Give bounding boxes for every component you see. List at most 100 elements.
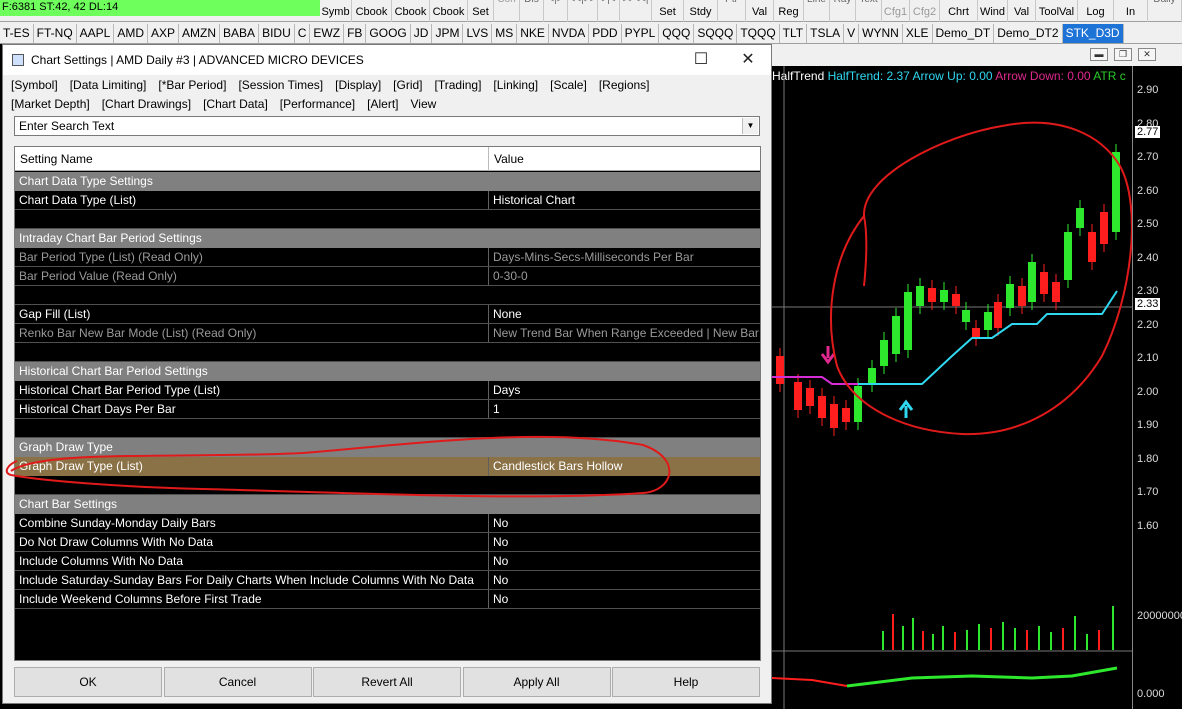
chevron-down-icon[interactable]: ▼ (742, 118, 758, 134)
grid-setting-row[interactable]: Renko Bar New Bar Mode (List) (Read Only… (15, 324, 760, 343)
close-icon[interactable]: ✕ (734, 49, 762, 71)
symbol-tab-nvda[interactable]: NVDA (549, 24, 590, 43)
symbol-tab-ft-nq[interactable]: FT-NQ (34, 24, 77, 43)
toolbar-button-cfg1[interactable]: Cfg1 (882, 0, 910, 22)
setting-value[interactable]: No (489, 590, 760, 608)
chart-close-button[interactable]: ✕ (1138, 48, 1156, 61)
chart-minimize-button[interactable]: ▬ (1090, 48, 1108, 61)
grid-setting-row[interactable]: Do Not Draw Columns With No Data No (15, 533, 760, 552)
toolbar-button-text[interactable]: Text (856, 0, 882, 22)
grid-setting-row[interactable]: Bar Period Value (Read Only) 0-30-0 (15, 267, 760, 286)
toolbar-button-set[interactable]: Set (652, 0, 684, 22)
symbol-tab-jd[interactable]: JD (411, 24, 433, 43)
toolbar-button-line[interactable]: Line (804, 0, 830, 22)
toolbar-button-ptr[interactable]: Ptr (718, 0, 746, 22)
grid-setting-row[interactable]: Bar Period Type (List) (Read Only) Days-M… (15, 248, 760, 267)
grid-setting-row[interactable]: Include Weekend Columns Before First Tra… (15, 590, 760, 609)
symbol-tab-sqqq[interactable]: SQQQ (694, 24, 738, 43)
menu-item-linking[interactable]: [Linking] (493, 78, 538, 92)
menu-item-view[interactable]: View (411, 97, 437, 111)
toolbar-button-cfg2[interactable]: Cfg2 (910, 0, 940, 22)
toolbar-button-stdy[interactable]: Stdy (684, 0, 718, 22)
symbol-tab-bidu[interactable]: BIDU (259, 24, 295, 43)
symbol-tab-nke[interactable]: NKE (517, 24, 549, 43)
column-header-value[interactable]: Value (489, 147, 760, 171)
setting-value[interactable]: No (489, 552, 760, 570)
symbol-tab-c[interactable]: C (295, 24, 311, 43)
setting-value[interactable]: Historical Chart (489, 191, 760, 209)
search-input[interactable]: Enter Search Text ▼ (14, 116, 760, 136)
grid-setting-row[interactable]: Historical Chart Bar Period Type (List) D… (15, 381, 760, 400)
setting-value[interactable]: Candlestick Bars Hollow (489, 457, 760, 476)
toolbar-button-daily[interactable]: Daily (1148, 0, 1182, 22)
menu-item-scale[interactable]: [Scale] (550, 78, 587, 92)
setting-value[interactable]: Days (489, 381, 760, 399)
menu-item-chartdata[interactable]: [Chart Data] (203, 97, 268, 111)
symbol-tab-t-es[interactable]: T-ES (0, 24, 34, 43)
symbol-tab-amzn[interactable]: AMZN (179, 24, 221, 43)
toolbar-button-reg[interactable]: Reg (774, 0, 804, 22)
grid-setting-row[interactable]: Include Saturday-Sunday Bars For Daily C… (15, 571, 760, 590)
toolbar-button-9[interactable]: >|< (598, 0, 620, 22)
symbol-tab-lvs[interactable]: LVS (463, 24, 493, 43)
maximize-icon[interactable]: ☐ (687, 49, 715, 71)
symbol-tab-tsla[interactable]: TSLA (807, 24, 845, 43)
symbol-tab-pypl[interactable]: PYPL (622, 24, 660, 43)
grid-setting-row[interactable]: Gap Fill (List) None (15, 305, 760, 324)
setting-value[interactable]: None (489, 305, 760, 323)
chart-window[interactable]: ▬ ❐ ✕ HalfTrend HalfTrend: 2.37 Arrow Up… (772, 44, 1182, 709)
toolbar-button-cbook[interactable]: Cbook (352, 0, 392, 22)
help-button[interactable]: Help (612, 667, 760, 697)
menu-item-chartdrawings[interactable]: [Chart Drawings] (102, 97, 191, 111)
symbol-tab-pdd[interactable]: PDD (589, 24, 622, 43)
grid-section-header[interactable]: Chart Bar Settings (15, 495, 760, 514)
toolbar-button-8[interactable]: <<|>> (568, 0, 598, 22)
toolbar-button-dis[interactable]: Dis (520, 0, 544, 22)
menu-item-regions[interactable]: [Regions] (599, 78, 650, 92)
menu-item-symbol[interactable]: [Symbol] (11, 78, 58, 92)
menu-item-datalimiting[interactable]: [Data Limiting] (70, 78, 147, 92)
toolbar-button-chrt[interactable]: Chrt (940, 0, 978, 22)
setting-value[interactable]: No (489, 571, 760, 589)
toolbar-button-con[interactable]: Con (494, 0, 520, 22)
menu-item-alert[interactable]: [Alert] (367, 97, 398, 111)
toolbar-button-val[interactable]: Val (746, 0, 774, 22)
symbol-tab-wynn[interactable]: WYNN (859, 24, 903, 43)
toolbar-button-wind[interactable]: Wind (978, 0, 1008, 22)
toolbar-button-toolval[interactable]: ToolVal (1036, 0, 1078, 22)
symbol-tab-xle[interactable]: XLE (903, 24, 933, 43)
setting-value[interactable]: No (489, 533, 760, 551)
grid-setting-row[interactable]: Historical Chart Days Per Bar 1 (15, 400, 760, 419)
menu-item-sessiontimes[interactable]: [Session Times] (238, 78, 323, 92)
ok-button[interactable]: OK (14, 667, 162, 697)
toolbar-button-ray[interactable]: Ray (830, 0, 856, 22)
cancel-button[interactable]: Cancel (163, 667, 312, 697)
grid-setting-row[interactable]: Include Columns With No Data No (15, 552, 760, 571)
toolbar-button-7[interactable]: <|> (544, 0, 568, 22)
symbol-tab-stk_d3d[interactable]: STK_D3D (1062, 24, 1124, 43)
chart-restore-button[interactable]: ❐ (1114, 48, 1132, 61)
grid-section-header[interactable]: Historical Chart Bar Period Settings (15, 362, 760, 381)
price-chart[interactable] (772, 66, 1132, 709)
toolbar-button-cbook[interactable]: Cbook (392, 0, 430, 22)
toolbar-button-in[interactable]: In (1114, 0, 1148, 22)
revert-all-button[interactable]: Revert All (313, 667, 461, 697)
toolbar-button-symb[interactable]: Symb (320, 0, 352, 22)
symbol-tab-amd[interactable]: AMD (114, 24, 149, 43)
menu-item-trading[interactable]: [Trading] (435, 78, 482, 92)
toolbar-button-val[interactable]: Val (1008, 0, 1036, 22)
symbol-tab-ms[interactable]: MS (492, 24, 518, 43)
symbol-tab-fb[interactable]: FB (344, 24, 367, 43)
menu-item-barperiod[interactable]: [*Bar Period] (158, 78, 226, 92)
symbol-tab-demo_dt[interactable]: Demo_DT (933, 24, 995, 43)
symbol-tab-v[interactable]: V (844, 24, 860, 43)
symbol-tab-goog[interactable]: GOOG (366, 24, 411, 43)
symbol-tab-tlt[interactable]: TLT (780, 24, 808, 43)
apply-all-button[interactable]: Apply All (462, 667, 611, 697)
menu-item-performance[interactable]: [Performance] (280, 97, 355, 111)
settings-grid[interactable]: Setting Name Value Chart Data Type Setti… (14, 146, 761, 661)
symbol-tab-jpm[interactable]: JPM (432, 24, 464, 43)
menu-item-grid[interactable]: [Grid] (393, 78, 422, 92)
column-header-setting-name[interactable]: Setting Name (15, 147, 489, 171)
grid-section-header[interactable]: Chart Data Type Settings (15, 172, 760, 191)
